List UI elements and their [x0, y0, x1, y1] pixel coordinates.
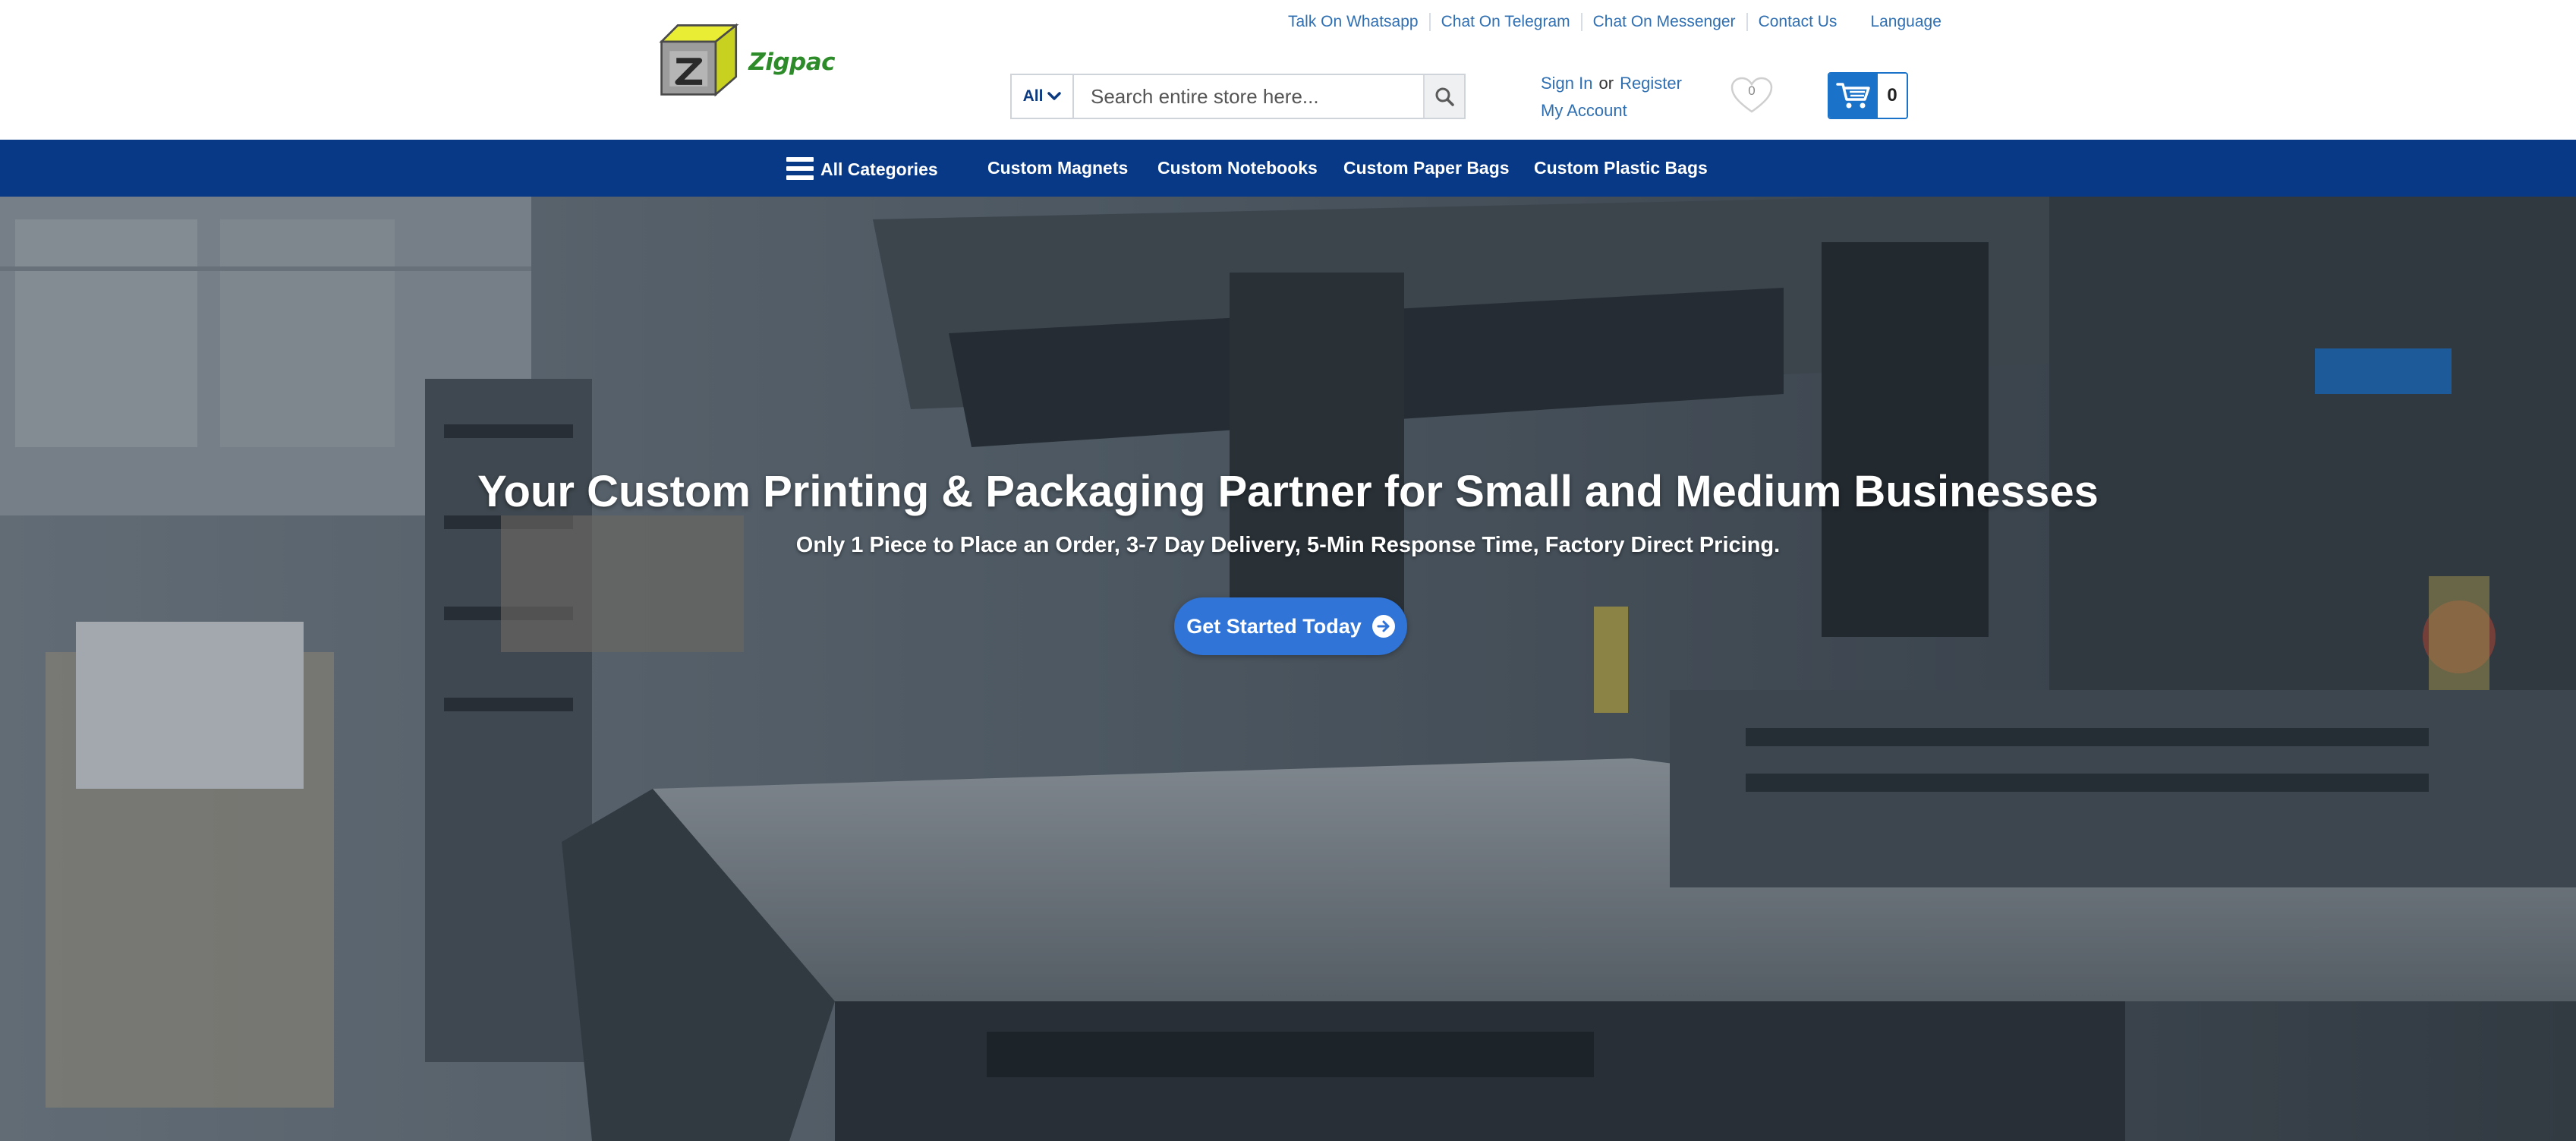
nav-item-custom-magnets[interactable]: Custom Magnets	[987, 140, 1128, 197]
search-icon	[1435, 87, 1454, 106]
hero-subtitle: Only 1 Piece to Place an Order, 3-7 Day …	[795, 533, 1781, 557]
get-started-label: Get Started Today	[1186, 614, 1362, 638]
hero-background-image	[0, 197, 2576, 1141]
nav-item-custom-plastic-bags[interactable]: Custom Plastic Bags	[1534, 140, 1708, 197]
search-button[interactable]	[1423, 75, 1464, 118]
get-started-button[interactable]: Get Started Today	[1174, 597, 1407, 655]
main-nav: All Categories Custom Magnets Custom Not…	[0, 140, 2576, 197]
search-category-label: All	[1022, 87, 1044, 105]
wishlist-count: 0	[1748, 84, 1756, 98]
telegram-link[interactable]: Chat On Telegram	[1428, 13, 1581, 31]
search-bar: All	[1010, 74, 1466, 119]
whatsapp-link[interactable]: Talk On Whatsapp	[1288, 13, 1429, 31]
hero-title: Your Custom Printing & Packaging Partner…	[477, 467, 2099, 516]
arrow-right-circle-icon	[1371, 615, 1395, 638]
search-input[interactable]	[1074, 75, 1423, 118]
logo-brand-text: Zigpac	[748, 49, 835, 76]
messenger-link[interactable]: Chat On Messenger	[1580, 13, 1746, 31]
wishlist-button[interactable]: 0	[1729, 76, 1775, 115]
cart-count: 0	[1878, 74, 1907, 118]
nav-item-custom-notebooks[interactable]: Custom Notebooks	[1157, 140, 1318, 197]
logo-cube-icon	[659, 23, 739, 97]
contact-us-link[interactable]: Contact Us	[1746, 13, 1848, 31]
auth-row: Sign In or Register	[1541, 70, 1682, 97]
all-categories-menu[interactable]: All Categories	[786, 140, 938, 197]
cart-icon-box	[1829, 74, 1878, 118]
chevron-down-icon	[1047, 92, 1062, 100]
hamburger-icon	[786, 156, 814, 180]
all-categories-label: All Categories	[820, 159, 938, 179]
language-link[interactable]: Language	[1847, 13, 1951, 31]
register-link[interactable]: Register	[1620, 74, 1682, 93]
nav-item-custom-paper-bags[interactable]: Custom Paper Bags	[1343, 140, 1510, 197]
hero-banner: Your Custom Printing & Packaging Partner…	[0, 197, 2576, 1141]
top-links: Talk On Whatsapp Chat On Telegram Chat O…	[1288, 11, 1952, 33]
search-category-select[interactable]: All	[1012, 75, 1074, 118]
my-account-link[interactable]: My Account	[1541, 97, 1682, 125]
sign-in-link[interactable]: Sign In	[1541, 74, 1593, 93]
cart-icon	[1836, 83, 1870, 109]
cart-button[interactable]: 0	[1828, 72, 1908, 119]
site-logo[interactable]: Zigpac	[659, 17, 835, 102]
or-separator: or	[1598, 74, 1614, 93]
account-links: Sign In or Register My Account	[1541, 70, 1682, 125]
